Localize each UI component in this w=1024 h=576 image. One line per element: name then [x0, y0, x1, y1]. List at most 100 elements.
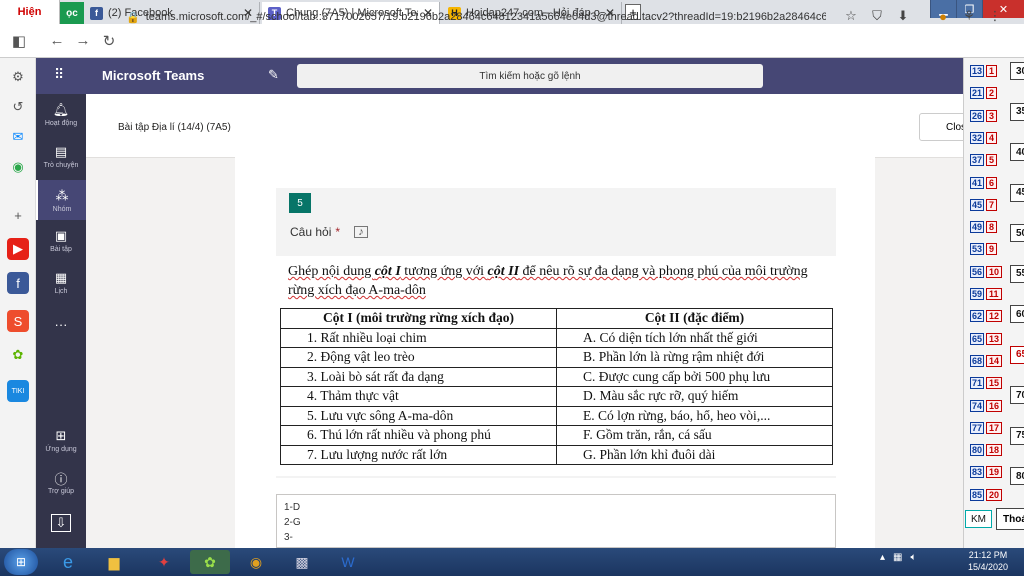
download-app-button[interactable]: ⇩: [36, 514, 86, 532]
level-button[interactable]: 65: [1010, 345, 1024, 364]
level-button[interactable]: 45: [1010, 183, 1024, 202]
history-icon[interactable]: ↺: [7, 96, 29, 118]
number-pair[interactable]: 59 11: [970, 288, 1002, 300]
number-pair[interactable]: 32 4: [970, 131, 998, 144]
rail-item-label: Ứng dụng: [45, 446, 77, 453]
number-pair[interactable]: 56 10: [970, 265, 1003, 278]
search-input[interactable]: Tìm kiếm hoặc gõ lệnh: [297, 64, 763, 88]
number-pair[interactable]: 74 16: [970, 399, 1003, 412]
number-pair[interactable]: 13 1: [970, 65, 998, 77]
level-button[interactable]: 50: [1010, 224, 1024, 242]
number-pair[interactable]: 53 9: [970, 243, 998, 256]
back-icon[interactable]: ←: [44, 28, 70, 54]
extension-icon[interactable]: ●: [932, 5, 954, 27]
app-icon[interactable]: ✦: [144, 550, 184, 574]
number-pair[interactable]: 21 2: [970, 87, 998, 100]
answer-line: 3-: [284, 532, 293, 543]
exit-button[interactable]: Thoát: [996, 508, 1024, 530]
number-pair[interactable]: 26 3: [970, 109, 998, 122]
table-cell: 3. Loài bò sát rất đa dạng: [280, 366, 557, 387]
ie-icon[interactable]: e: [48, 550, 88, 574]
hoidap-taskbar-icon[interactable]: ✿: [190, 550, 230, 574]
sidebar-toggle-icon[interactable]: ◧: [6, 28, 32, 54]
answer-line: 2-G: [284, 517, 301, 528]
pair-number: 49: [970, 221, 985, 234]
download-icon[interactable]: ⬇: [892, 5, 914, 27]
km-button[interactable]: KM: [965, 510, 992, 528]
rail-item-calendar[interactable]: ▦ Lịch: [36, 270, 86, 295]
number-pair[interactable]: 83 19: [970, 466, 1003, 479]
side-toggle-button[interactable]: Hiện: [0, 0, 60, 24]
immersive-reader-icon[interactable]: ♪: [354, 226, 369, 238]
forward-icon[interactable]: →: [70, 28, 96, 54]
number-pair[interactable]: 62 12: [970, 310, 1003, 323]
level-button[interactable]: 80: [1010, 467, 1024, 485]
pair-number: 56: [970, 265, 985, 278]
pair-index: 19: [986, 466, 1003, 479]
level-button[interactable]: 35: [1010, 102, 1024, 121]
more-apps-button[interactable]: ···: [36, 316, 86, 332]
compose-icon[interactable]: ✎: [268, 67, 279, 83]
shield-icon[interactable]: ⛉: [866, 5, 888, 27]
number-pair[interactable]: 41 6: [970, 176, 998, 189]
question-number-badge: 5: [289, 193, 311, 213]
word-icon[interactable]: W: [328, 550, 368, 574]
number-pair[interactable]: 49 8: [970, 221, 998, 234]
number-pair[interactable]: 45 7: [970, 198, 998, 211]
rail-item-apps[interactable]: ⊞ Ứng dụng: [36, 428, 86, 453]
pair-number: 13: [970, 65, 985, 77]
volume-icon[interactable]: 🔈︎: [910, 552, 916, 563]
tray-arrow-icon[interactable]: ▴: [880, 552, 885, 563]
level-button[interactable]: 60: [1010, 305, 1024, 323]
app-launcher-icon[interactable]: ⠿: [54, 66, 65, 83]
pair-index: 10: [986, 265, 1003, 278]
add-icon[interactable]: +: [7, 204, 29, 226]
level-button[interactable]: 75: [1010, 426, 1024, 445]
facebook-side-icon[interactable]: f: [7, 272, 29, 294]
table-cell: E. Có lợn rừng, báo, hổ, heo vòi,...: [556, 405, 833, 426]
rail-item-activity[interactable]: 🔔︎ Hoạt động: [36, 102, 86, 127]
settings-icon[interactable]: ⚙: [7, 66, 29, 88]
rail-item-help[interactable]: ⓘ Trợ giúp: [36, 470, 86, 496]
url-bar[interactable]: 🔒 teams.microsoft.com/_#/school/tab::371…: [126, 5, 826, 29]
number-pair[interactable]: 68 14: [970, 354, 1003, 367]
messenger-icon[interactable]: ✉: [7, 126, 29, 148]
youtube-icon[interactable]: ▶: [7, 238, 29, 260]
pair-index: 15: [986, 377, 1003, 390]
network-icon[interactable]: ▦: [893, 552, 902, 563]
number-pair[interactable]: 71 15: [970, 377, 1003, 390]
reload-icon[interactable]: ↻: [96, 28, 122, 54]
number-pair[interactable]: 80 18: [970, 444, 1003, 457]
rail-item-teams[interactable]: ⁂ Nhóm: [36, 180, 86, 220]
system-tray: ▴ ▦ 🔈︎: [880, 552, 916, 563]
chrome-icon[interactable]: ◉: [236, 550, 276, 574]
answer-textarea[interactable]: [276, 494, 836, 548]
bell-icon: 🔔︎: [52, 102, 70, 117]
profile-icon[interactable]: ⚘: [958, 5, 980, 27]
number-pair[interactable]: 77 17: [970, 421, 1003, 434]
level-button[interactable]: 30: [1010, 62, 1024, 80]
level-button[interactable]: 40: [1010, 143, 1024, 161]
number-pair[interactable]: 65 13: [970, 332, 1003, 345]
hoidap-side-icon[interactable]: ✿: [7, 344, 29, 366]
number-pair[interactable]: 37 5: [970, 154, 998, 167]
tab-partial[interactable]: ọc: [60, 2, 84, 24]
folder-icon[interactable]: ▆: [94, 550, 134, 574]
rail-item-assignments[interactable]: ▣ Bài tập: [36, 228, 86, 253]
start-button[interactable]: ⊞: [4, 549, 38, 575]
rail-item-chat[interactable]: ▤ Trò chuyện: [36, 144, 86, 169]
column-header: Cột II (đặc điểm): [556, 308, 833, 329]
tiki-icon[interactable]: TIKI: [7, 380, 29, 402]
level-button[interactable]: 55: [1010, 264, 1024, 283]
level-button[interactable]: 70: [1010, 386, 1024, 404]
table-header-row: Cột I (môi trường rừng xích đạo) Cột II …: [280, 308, 833, 329]
menu-icon[interactable]: ⋮: [984, 5, 1006, 27]
shopee-icon[interactable]: S: [7, 310, 29, 332]
table-cell: 4. Thảm thực vật: [280, 386, 557, 407]
image-viewer-icon[interactable]: ▩: [282, 550, 322, 574]
clock[interactable]: 21:12 PM 15/4/2020: [958, 549, 1018, 573]
number-pair[interactable]: 85 20: [970, 488, 1003, 501]
address-bar-row: ◧ ← → ↻: [0, 24, 1024, 58]
star-icon[interactable]: ☆: [840, 5, 862, 27]
gamepad-icon[interactable]: ◉: [7, 156, 29, 178]
